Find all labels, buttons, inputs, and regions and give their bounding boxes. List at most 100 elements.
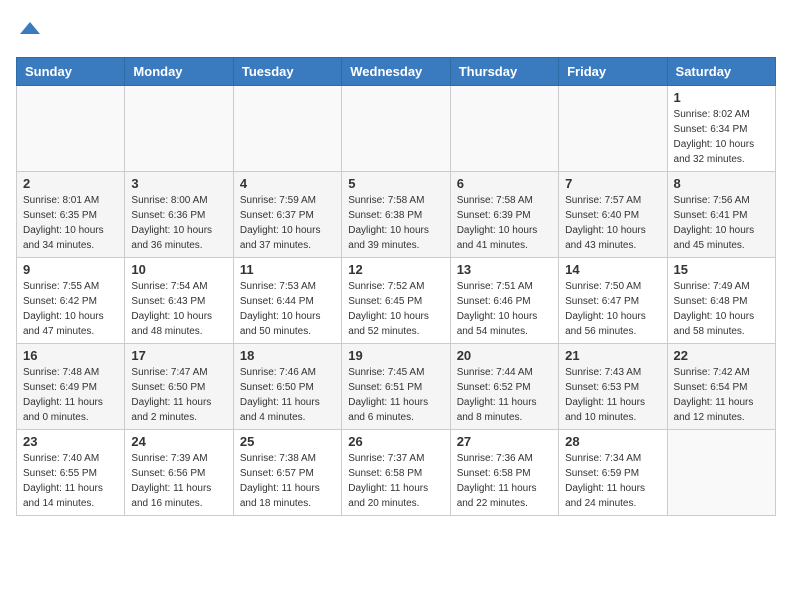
day-number: 15 [674, 262, 769, 277]
calendar-day-cell: 23Sunrise: 7:40 AM Sunset: 6:55 PM Dayli… [17, 430, 125, 516]
day-detail: Sunrise: 7:55 AM Sunset: 6:42 PM Dayligh… [23, 279, 118, 339]
day-detail: Sunrise: 7:50 AM Sunset: 6:47 PM Dayligh… [565, 279, 660, 339]
day-detail: Sunrise: 7:57 AM Sunset: 6:40 PM Dayligh… [565, 193, 660, 253]
calendar-day-cell [17, 86, 125, 172]
day-number: 9 [23, 262, 118, 277]
calendar-day-cell: 19 Sunrise: 7:45 AM Sunset: 6:51 PM Dayli… [342, 344, 450, 430]
day-number: 27 [457, 434, 552, 449]
day-number: 5 [348, 176, 443, 191]
day-number: 18 [240, 348, 335, 363]
day-number: 26 [348, 434, 443, 449]
day-detail: Sunrise: 7:47 AM Sunset: 6:50 PM Dayligh… [131, 365, 226, 425]
day-number: 7 [565, 176, 660, 191]
calendar-day-cell [233, 86, 341, 172]
day-detail: Sunrise: 7:51 AM Sunset: 6:46 PM Dayligh… [457, 279, 552, 339]
logo [16, 16, 42, 45]
calendar-day-cell: 11 Sunrise: 7:53 AM Sunset: 6:44 PM Dayli… [233, 258, 341, 344]
calendar-day-cell: 20 Sunrise: 7:44 AM Sunset: 6:52 PM Dayli… [450, 344, 558, 430]
day-detail: Sunrise: 7:48 AM Sunset: 6:49 PM Dayligh… [23, 365, 118, 425]
day-number: 4 [240, 176, 335, 191]
day-detail: Sunrise: 7:45 AM Sunset: 6:51 PM Dayligh… [348, 365, 443, 425]
day-detail: Sunrise: 7:39 AM Sunset: 6:56 PM Dayligh… [131, 451, 226, 511]
day-number: 25 [240, 434, 335, 449]
calendar-table: SundayMondayTuesdayWednesdayThursdayFrid… [16, 57, 776, 516]
day-number: 10 [131, 262, 226, 277]
day-number: 24 [131, 434, 226, 449]
day-of-week-header: Saturday [667, 58, 775, 86]
calendar-day-cell: 28 Sunrise: 7:34 AM Sunset: 6:59 PM Dayli… [559, 430, 667, 516]
day-detail: Sunrise: 7:36 AM Sunset: 6:58 PM Dayligh… [457, 451, 552, 511]
calendar-day-cell: 4 Sunrise: 7:59 AM Sunset: 6:37 PM Daylig… [233, 172, 341, 258]
day-detail: Sunrise: 7:58 AM Sunset: 6:39 PM Dayligh… [457, 193, 552, 253]
day-detail: Sunrise: 8:02 AM Sunset: 6:34 PM Dayligh… [674, 107, 769, 167]
calendar-day-cell [342, 86, 450, 172]
day-detail: Sunrise: 7:53 AM Sunset: 6:44 PM Dayligh… [240, 279, 335, 339]
calendar-week-row: 1 Sunrise: 8:02 AM Sunset: 6:34 PM Daylig… [17, 86, 776, 172]
day-number: 8 [674, 176, 769, 191]
calendar-day-cell: 10 Sunrise: 7:54 AM Sunset: 6:43 PM Dayli… [125, 258, 233, 344]
calendar-week-row: 23Sunrise: 7:40 AM Sunset: 6:55 PM Dayli… [17, 430, 776, 516]
day-of-week-header: Wednesday [342, 58, 450, 86]
day-number: 6 [457, 176, 552, 191]
page-header [16, 16, 776, 45]
day-number: 12 [348, 262, 443, 277]
day-of-week-header: Monday [125, 58, 233, 86]
day-detail: Sunrise: 7:56 AM Sunset: 6:41 PM Dayligh… [674, 193, 769, 253]
day-detail: Sunrise: 7:40 AM Sunset: 6:55 PM Dayligh… [23, 451, 118, 511]
calendar-day-cell [559, 86, 667, 172]
day-detail: Sunrise: 7:49 AM Sunset: 6:48 PM Dayligh… [674, 279, 769, 339]
calendar-day-cell: 14 Sunrise: 7:50 AM Sunset: 6:47 PM Dayli… [559, 258, 667, 344]
calendar-day-cell: 22 Sunrise: 7:42 AM Sunset: 6:54 PM Dayli… [667, 344, 775, 430]
day-detail: Sunrise: 7:43 AM Sunset: 6:53 PM Dayligh… [565, 365, 660, 425]
day-detail: Sunrise: 8:00 AM Sunset: 6:36 PM Dayligh… [131, 193, 226, 253]
logo-icon [18, 16, 42, 40]
day-detail: Sunrise: 7:46 AM Sunset: 6:50 PM Dayligh… [240, 365, 335, 425]
day-number: 11 [240, 262, 335, 277]
calendar-week-row: 2 Sunrise: 8:01 AM Sunset: 6:35 PM Daylig… [17, 172, 776, 258]
day-detail: Sunrise: 7:52 AM Sunset: 6:45 PM Dayligh… [348, 279, 443, 339]
day-number: 2 [23, 176, 118, 191]
day-number: 19 [348, 348, 443, 363]
day-detail: Sunrise: 7:34 AM Sunset: 6:59 PM Dayligh… [565, 451, 660, 511]
day-detail: Sunrise: 7:42 AM Sunset: 6:54 PM Dayligh… [674, 365, 769, 425]
calendar-header-row: SundayMondayTuesdayWednesdayThursdayFrid… [17, 58, 776, 86]
calendar-day-cell: 15 Sunrise: 7:49 AM Sunset: 6:48 PM Dayli… [667, 258, 775, 344]
calendar-day-cell: 8 Sunrise: 7:56 AM Sunset: 6:41 PM Daylig… [667, 172, 775, 258]
calendar-week-row: 16 Sunrise: 7:48 AM Sunset: 6:49 PM Dayli… [17, 344, 776, 430]
day-of-week-header: Friday [559, 58, 667, 86]
day-of-week-header: Thursday [450, 58, 558, 86]
calendar-day-cell: 17 Sunrise: 7:47 AM Sunset: 6:50 PM Dayli… [125, 344, 233, 430]
calendar-day-cell: 21 Sunrise: 7:43 AM Sunset: 6:53 PM Dayli… [559, 344, 667, 430]
calendar-day-cell [450, 86, 558, 172]
calendar-day-cell: 16 Sunrise: 7:48 AM Sunset: 6:49 PM Dayli… [17, 344, 125, 430]
day-number: 20 [457, 348, 552, 363]
calendar-day-cell: 12 Sunrise: 7:52 AM Sunset: 6:45 PM Dayli… [342, 258, 450, 344]
day-number: 14 [565, 262, 660, 277]
calendar-day-cell: 26Sunrise: 7:37 AM Sunset: 6:58 PM Dayli… [342, 430, 450, 516]
day-number: 28 [565, 434, 660, 449]
day-detail: Sunrise: 7:58 AM Sunset: 6:38 PM Dayligh… [348, 193, 443, 253]
day-number: 21 [565, 348, 660, 363]
day-number: 1 [674, 90, 769, 105]
day-detail: Sunrise: 8:01 AM Sunset: 6:35 PM Dayligh… [23, 193, 118, 253]
calendar-day-cell: 13Sunrise: 7:51 AM Sunset: 6:46 PM Dayli… [450, 258, 558, 344]
day-detail: Sunrise: 7:44 AM Sunset: 6:52 PM Dayligh… [457, 365, 552, 425]
calendar-day-cell: 6 Sunrise: 7:58 AM Sunset: 6:39 PM Daylig… [450, 172, 558, 258]
calendar-day-cell: 27 Sunrise: 7:36 AM Sunset: 6:58 PM Dayli… [450, 430, 558, 516]
day-detail: Sunrise: 7:54 AM Sunset: 6:43 PM Dayligh… [131, 279, 226, 339]
calendar-day-cell: 3Sunrise: 8:00 AM Sunset: 6:36 PM Daylig… [125, 172, 233, 258]
day-detail: Sunrise: 7:59 AM Sunset: 6:37 PM Dayligh… [240, 193, 335, 253]
calendar-day-cell: 7 Sunrise: 7:57 AM Sunset: 6:40 PM Daylig… [559, 172, 667, 258]
day-of-week-header: Sunday [17, 58, 125, 86]
calendar-day-cell: 9 Sunrise: 7:55 AM Sunset: 6:42 PM Daylig… [17, 258, 125, 344]
calendar-day-cell: 1 Sunrise: 8:02 AM Sunset: 6:34 PM Daylig… [667, 86, 775, 172]
calendar-day-cell [125, 86, 233, 172]
calendar-day-cell: 18 Sunrise: 7:46 AM Sunset: 6:50 PM Dayli… [233, 344, 341, 430]
calendar-day-cell: 25Sunrise: 7:38 AM Sunset: 6:57 PM Dayli… [233, 430, 341, 516]
calendar-day-cell: 24 Sunrise: 7:39 AM Sunset: 6:56 PM Dayli… [125, 430, 233, 516]
calendar-day-cell: 5 Sunrise: 7:58 AM Sunset: 6:38 PM Daylig… [342, 172, 450, 258]
day-number: 16 [23, 348, 118, 363]
day-of-week-header: Tuesday [233, 58, 341, 86]
day-number: 22 [674, 348, 769, 363]
day-number: 17 [131, 348, 226, 363]
